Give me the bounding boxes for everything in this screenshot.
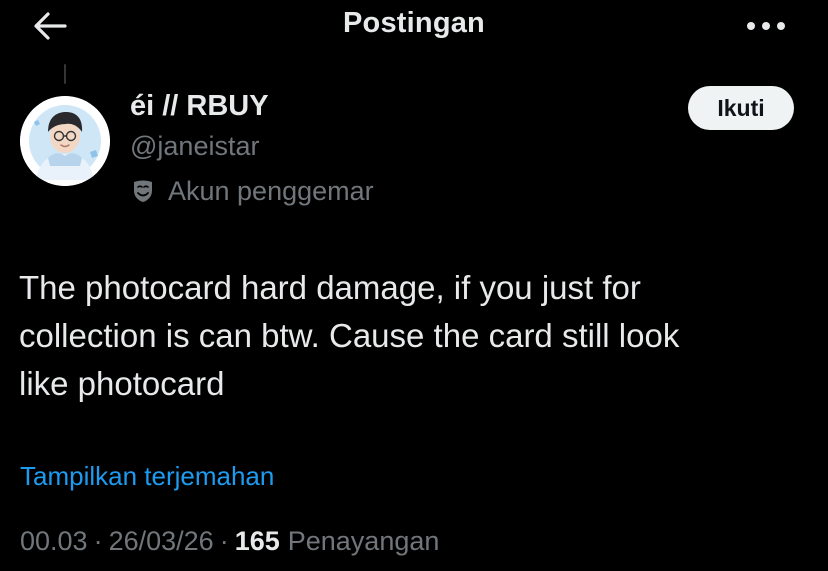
- more-options-button[interactable]: [744, 8, 788, 44]
- post-meta: 00.03 · 26/03/26 · 165 Penayangan: [20, 526, 439, 557]
- meta-separator: ·: [219, 526, 229, 556]
- meta-separator: ·: [93, 526, 103, 556]
- views-label[interactable]: Penayangan: [288, 526, 440, 557]
- post-text: The photocard hard damage, if you just f…: [19, 269, 680, 402]
- author-handle[interactable]: @janeistar: [130, 131, 259, 162]
- page-title: Postingan: [343, 7, 485, 39]
- account-label: Akun penggemar: [130, 174, 374, 208]
- follow-button[interactable]: Ikuti: [688, 86, 794, 130]
- thread-connector-line: [64, 64, 66, 84]
- more-horizontal-icon: [747, 22, 785, 30]
- post-time[interactable]: 00.03: [20, 526, 88, 557]
- views-count[interactable]: 165: [235, 526, 280, 557]
- avatar[interactable]: [20, 96, 110, 186]
- translate-link[interactable]: Tampilkan terjemahan: [20, 461, 274, 492]
- top-bar: Postingan: [0, 0, 828, 52]
- author-display-name[interactable]: éi // RBUY: [130, 90, 269, 123]
- post-date[interactable]: 26/03/26: [109, 526, 214, 557]
- theater-mask-icon: [130, 178, 156, 204]
- account-label-text: Akun penggemar: [168, 175, 374, 206]
